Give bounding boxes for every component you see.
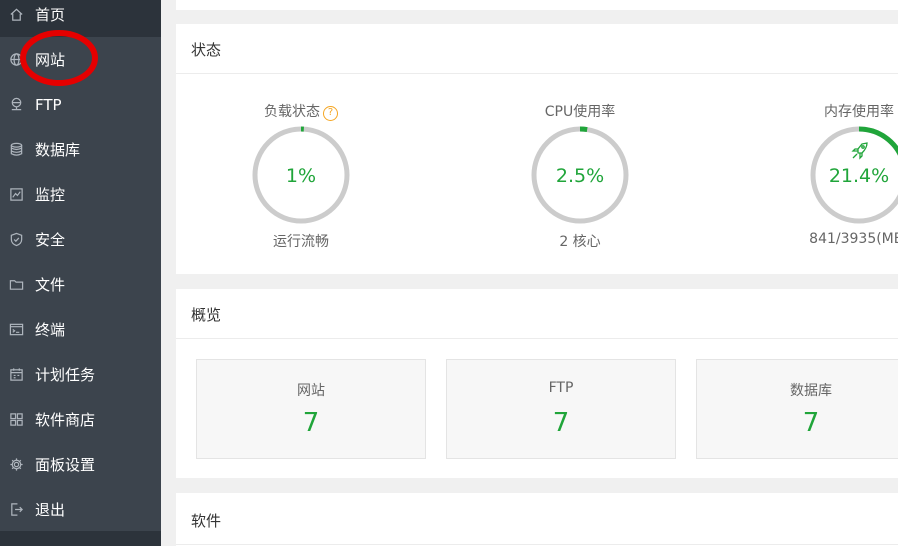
sidebar-item-monitor[interactable]: 监控 — [0, 172, 161, 217]
software-panel: 软件 — [176, 493, 898, 546]
sidebar-bottom-strip — [0, 531, 161, 546]
sidebar-item-label: 计划任务 — [35, 365, 96, 384]
sidebar-item-ftp[interactable]: FTP — [0, 82, 161, 127]
gauge-title: 内存使用率 — [824, 104, 894, 120]
gauge-value: 21.4% — [828, 165, 890, 187]
home-icon — [8, 7, 24, 23]
sidebar-item-cron[interactable]: 计划任务 — [0, 352, 161, 397]
panel-title: 状态 — [191, 41, 222, 59]
sidebar-item-files[interactable]: 文件 — [0, 262, 161, 307]
sidebar-item-label: 终端 — [35, 320, 66, 339]
gauge-value: 2.5% — [555, 165, 605, 187]
ftp-icon — [8, 97, 24, 113]
sidebar-item-label: 软件商店 — [35, 410, 96, 429]
gauge-value: 1% — [285, 165, 317, 187]
overview-card-label: 网站 — [297, 383, 325, 399]
sidebar-item-label: 网站 — [35, 50, 66, 69]
panel-divider — [176, 73, 898, 74]
sidebar-item-security[interactable]: 安全 — [0, 217, 161, 262]
overview-card-value[interactable]: 7 — [447, 408, 675, 438]
panel-title: 概览 — [191, 306, 222, 324]
sidebar: 首页 网站 FTP 数据库 监控 安全 文件 终端 计划任务 软件商店 面板设置… — [0, 0, 161, 546]
sidebar-item-label: 面板设置 — [35, 455, 96, 474]
top-panel — [176, 0, 898, 10]
sidebar-item-label: FTP — [35, 95, 62, 114]
calendar-icon — [8, 367, 24, 383]
overview-card-value[interactable]: 7 — [197, 408, 425, 438]
shield-icon — [8, 232, 24, 248]
sidebar-item-terminal[interactable]: 终端 — [0, 307, 161, 352]
sidebar-item-website[interactable]: 网站 — [0, 37, 161, 82]
overview-card-label: FTP — [548, 380, 574, 396]
monitor-icon — [8, 187, 24, 203]
sidebar-item-label: 退出 — [35, 500, 66, 519]
globe-icon — [8, 52, 24, 68]
sidebar-item-label: 文件 — [35, 275, 66, 294]
folder-icon — [8, 277, 24, 293]
gauge-title: CPU使用率 — [544, 104, 616, 120]
help-icon[interactable]: ? — [323, 106, 338, 121]
overview-card-value[interactable]: 7 — [697, 408, 898, 438]
sidebar-item-logout[interactable]: 退出 — [0, 487, 161, 532]
panel-divider — [176, 338, 898, 339]
panel-title: 软件 — [191, 512, 222, 530]
overview-card-ftp[interactable]: FTP 7 — [446, 359, 676, 459]
sidebar-item-home[interactable]: 首页 — [0, 0, 161, 37]
gauge-subtitle: 841/3935(MB) — [809, 231, 898, 247]
panel-divider — [176, 544, 898, 545]
overview-card-website[interactable]: 网站 7 — [196, 359, 426, 459]
sidebar-item-label: 首页 — [35, 5, 66, 24]
sidebar-item-label: 监控 — [35, 185, 66, 204]
overview-card-database[interactable]: 数据库 7 — [696, 359, 898, 459]
sidebar-item-label: 安全 — [35, 230, 66, 249]
apps-icon — [8, 412, 24, 428]
status-panel: 状态 负载状态? 1% 运行流畅 CPU使用率 2.5% 2 核心 内存使用率 — [176, 24, 898, 274]
gauge-title: 负载状态? — [241, 101, 361, 121]
logout-icon — [8, 502, 24, 518]
gauge-subtitle: 运行流畅 — [273, 234, 329, 250]
sidebar-item-store[interactable]: 软件商店 — [0, 397, 161, 442]
sidebar-item-database[interactable]: 数据库 — [0, 127, 161, 172]
rocket-icon — [851, 142, 868, 160]
overview-panel: 概览 网站 7 FTP 7 数据库 7 — [176, 289, 898, 478]
terminal-icon — [8, 322, 24, 338]
sidebar-item-settings[interactable]: 面板设置 — [0, 442, 161, 487]
database-icon — [8, 142, 24, 158]
sidebar-item-label: 数据库 — [35, 140, 81, 159]
gear-icon — [8, 457, 24, 473]
gauge-subtitle: 2 核心 — [559, 234, 601, 250]
overview-card-label: 数据库 — [790, 383, 832, 399]
